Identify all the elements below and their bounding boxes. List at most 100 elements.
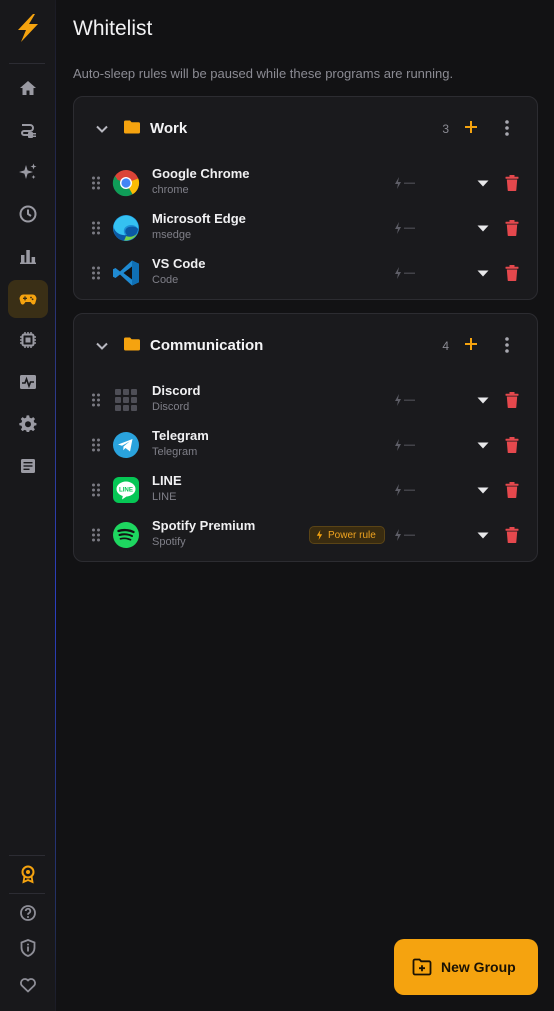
home-icon[interactable]: [8, 69, 48, 107]
group-header: Communication 4: [74, 314, 537, 378]
app-row: VS Code Code —: [74, 251, 537, 296]
app-row: Discord Discord —: [74, 378, 537, 423]
cpu-icon[interactable]: [8, 321, 48, 359]
app-row: LINE LINE LINE —: [74, 468, 537, 513]
add-icon[interactable]: [463, 119, 479, 135]
sidebar-divider: [9, 63, 45, 64]
badge-award-icon[interactable]: [8, 855, 48, 893]
telegram-icon: [113, 432, 139, 458]
trash-icon[interactable]: [505, 482, 519, 498]
help-icon[interactable]: [8, 894, 48, 932]
caret-down-icon[interactable]: [476, 179, 490, 188]
document-icon[interactable]: [8, 447, 48, 485]
spotify-icon: [113, 522, 139, 548]
power-rule-value[interactable]: —: [394, 177, 415, 189]
folder-icon: [124, 337, 140, 351]
app-row: Google Chrome chrome —: [74, 161, 537, 206]
sparkles-icon[interactable]: [8, 153, 48, 191]
line-icon: LINE: [113, 477, 139, 503]
app-name: LINE: [152, 473, 182, 488]
drag-handle-icon[interactable]: [91, 266, 101, 280]
power-rule-badge: Power rule: [309, 526, 385, 544]
app-process: Code: [152, 274, 179, 286]
caret-down-icon[interactable]: [476, 531, 490, 540]
drag-handle-icon[interactable]: [91, 176, 101, 190]
app-process: msedge: [152, 229, 192, 241]
folder-icon: [124, 120, 140, 134]
drag-handle-icon[interactable]: [91, 438, 101, 452]
activity-monitor-icon[interactable]: [8, 363, 48, 401]
chevron-down-icon[interactable]: [94, 338, 110, 354]
power-rule-value[interactable]: —: [394, 529, 415, 541]
drag-handle-icon[interactable]: [91, 221, 101, 235]
app-process: Discord: [152, 401, 190, 413]
more-vertical-icon[interactable]: [499, 336, 515, 354]
drag-handle-icon[interactable]: [91, 393, 101, 407]
caret-down-icon[interactable]: [476, 396, 490, 405]
app-row: Microsoft Edge msedge —: [74, 206, 537, 251]
trash-icon[interactable]: [505, 527, 519, 543]
caret-down-icon[interactable]: [476, 441, 490, 450]
bolt-icon: [395, 222, 401, 234]
app-process: Telegram: [152, 446, 198, 458]
bolt-icon: [316, 530, 323, 540]
group-card-work: Work 3 Google Chrome chrome — Microsoft …: [73, 96, 538, 300]
drag-handle-icon[interactable]: [91, 483, 101, 497]
new-group-button[interactable]: New Group: [394, 939, 538, 995]
bolt-icon: [395, 484, 401, 496]
group-name: Communication: [150, 337, 264, 354]
group-count: 3: [442, 122, 449, 136]
drag-handle-icon[interactable]: [91, 528, 101, 542]
gear-icon[interactable]: [8, 405, 48, 443]
caret-down-icon[interactable]: [476, 269, 490, 278]
edge-icon: [113, 215, 139, 241]
caret-down-icon[interactable]: [476, 224, 490, 233]
page-subtitle: Auto-sleep rules will be paused while th…: [73, 66, 454, 81]
caret-down-icon[interactable]: [476, 486, 490, 495]
app-row: Spotify Premium Spotify Power rule —: [74, 513, 537, 558]
lightning-logo[interactable]: [14, 13, 42, 43]
app-name: Microsoft Edge: [152, 211, 246, 226]
power-rule-value[interactable]: —: [394, 484, 415, 496]
heart-icon[interactable]: [8, 966, 48, 1004]
app-name: Spotify Premium: [152, 518, 256, 533]
sidebar-edge-glow: [55, 0, 56, 1011]
app-process: chrome: [152, 184, 189, 196]
discord-placeholder-icon: [115, 389, 137, 411]
bolt-icon: [395, 439, 401, 451]
bar-chart-icon[interactable]: [8, 237, 48, 275]
trash-icon[interactable]: [505, 175, 519, 191]
chevron-down-icon[interactable]: [94, 121, 110, 137]
app-row: Telegram Telegram —: [74, 423, 537, 468]
info-shield-icon[interactable]: [8, 929, 48, 967]
clock-icon[interactable]: [8, 195, 48, 233]
power-rule-value[interactable]: —: [394, 394, 415, 406]
more-vertical-icon[interactable]: [499, 119, 515, 137]
power-rule-value[interactable]: —: [394, 439, 415, 451]
app-name: Telegram: [152, 428, 209, 443]
plug-icon[interactable]: [8, 111, 48, 149]
trash-icon[interactable]: [505, 220, 519, 236]
chrome-icon: [112, 170, 140, 197]
trash-icon[interactable]: [505, 265, 519, 281]
app-process: LINE: [152, 491, 177, 503]
group-name: Work: [150, 120, 188, 137]
main-content: Whitelist Auto-sleep rules will be pause…: [57, 0, 554, 1011]
trash-icon[interactable]: [505, 437, 519, 453]
group-count: 4: [442, 339, 449, 353]
app-name: Google Chrome: [152, 166, 250, 181]
power-rule-value[interactable]: —: [394, 267, 415, 279]
app-name: Discord: [152, 383, 201, 398]
vscode-icon: [113, 260, 139, 286]
trash-icon[interactable]: [505, 392, 519, 408]
bolt-icon: [395, 529, 401, 541]
folder-plus-icon: [412, 958, 432, 976]
group-header: Work 3: [74, 97, 537, 161]
bolt-icon: [395, 394, 401, 406]
gamepad-icon[interactable]: [8, 280, 48, 318]
power-rule-value[interactable]: —: [394, 222, 415, 234]
svg-text:LINE: LINE: [119, 486, 133, 493]
sidebar: [0, 0, 56, 1011]
add-icon[interactable]: [463, 336, 479, 352]
bolt-icon: [395, 177, 401, 189]
